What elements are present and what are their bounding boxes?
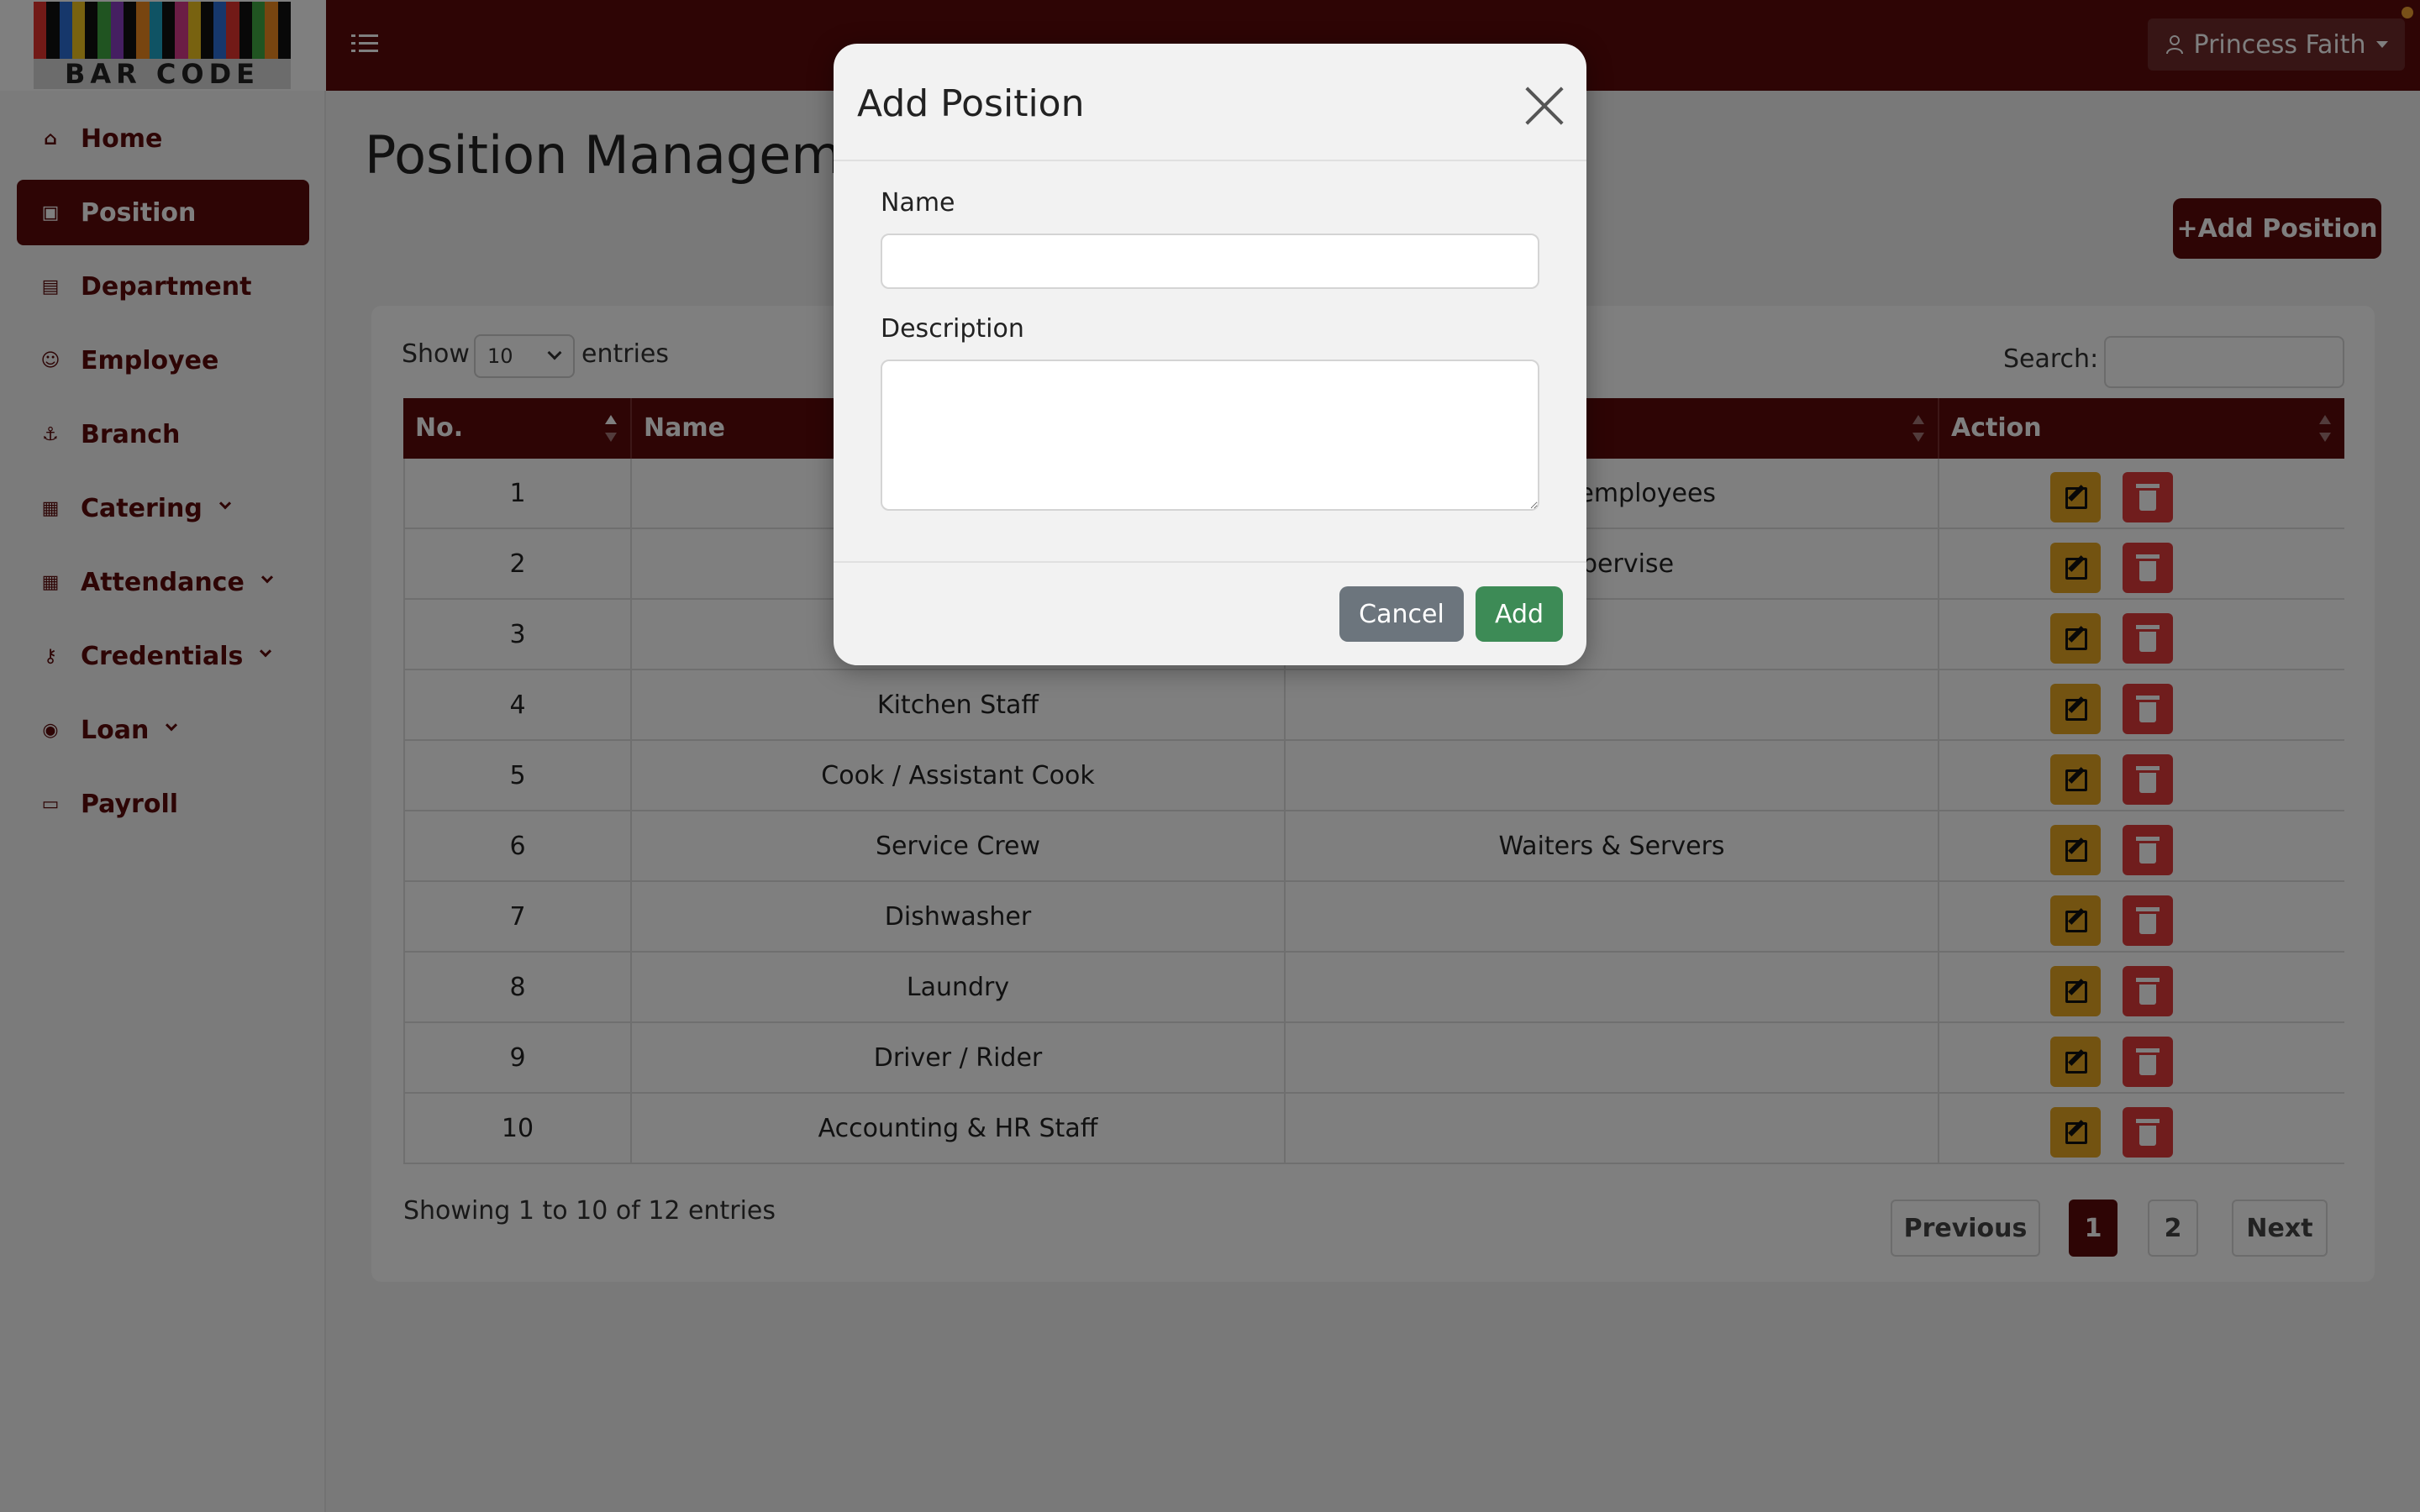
- cancel-button[interactable]: Cancel: [1339, 586, 1464, 642]
- name-field[interactable]: [881, 234, 1539, 289]
- modal-footer: [834, 561, 1586, 665]
- add-button[interactable]: Add: [1476, 586, 1563, 642]
- close-icon[interactable]: [1521, 81, 1568, 128]
- add-position-modal: Add Position Name Description Cancel Add: [834, 44, 1586, 665]
- modal-title: Add Position: [857, 82, 1085, 125]
- description-label: Description: [881, 314, 1024, 344]
- description-field[interactable]: [881, 360, 1539, 511]
- modal-header: Add Position: [834, 44, 1586, 161]
- name-label: Name: [881, 188, 955, 218]
